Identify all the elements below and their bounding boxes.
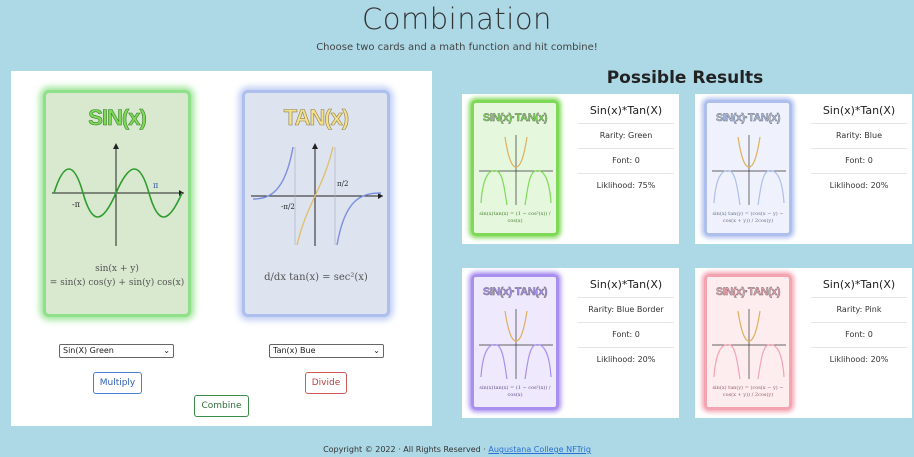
result-font: Font: 0 (578, 148, 674, 173)
result-title: Sin(x)*Tan(X) (822, 278, 896, 291)
sin-tick-right: π (153, 181, 158, 190)
result-card-image: SIN(x)·TAN(x) sin(x) tan(y) = (cos(x − y… (704, 100, 792, 236)
divide-button[interactable]: Divide (305, 372, 347, 394)
tan-graph: -π/2 π/2 (251, 143, 383, 246)
result-title: Sin(x)*Tan(X) (822, 104, 896, 117)
chevron-down-icon: ⌄ (163, 346, 170, 355)
result-card-image: SIN(x)·TAN(x) sin(x)tan(x) = (1 − cos²(x… (471, 100, 559, 236)
result-card-image: SIN(x)·TAN(x) sin(x)tan(x) = (1 − cos²(x… (471, 274, 559, 410)
result-card: SIN(x)·TAN(x) sin(x)tan(x) = (1 − cos²(x… (462, 268, 679, 418)
card-selection-panel: SIN(x) -π π sin(x + y) = sin(x) cos(y) +… (11, 71, 432, 426)
result-font: Font: 0 (811, 148, 907, 173)
result-font: Font: 0 (811, 322, 907, 347)
results-heading: Possible Results (606, 68, 764, 88)
sin-card-title: SIN(x) (88, 105, 147, 131)
result-card-image-title: SIN(x)·TAN(x) (715, 112, 781, 124)
right-card-select-value: Tan(x) Bue (273, 346, 316, 355)
sin-formula-line2: = sin(x) cos(y) + sin(y) cos(x) (49, 278, 185, 288)
tan-card-title: TAN(x) (283, 105, 349, 131)
page-subtitle: Choose two cards and a math function and… (316, 42, 598, 53)
result-card: SIN(x)·TAN(x) sin(x) tan(y) = (cos(x − y… (695, 94, 912, 244)
tan-card: TAN(x) -π/2 π/2 d/dx tan(x) = sec²(x) (242, 90, 390, 317)
result-info: Sin(x)*Tan(X) Rarity: Blue Font: 0 Likli… (811, 104, 907, 198)
result-rarity: Rarity: Green (578, 123, 674, 148)
sin-tick-left: -π (72, 200, 80, 209)
result-card: SIN(x)·TAN(x) sin(x)tan(x) = (1 − cos²(x… (462, 94, 679, 244)
page-title: Combination (362, 2, 552, 36)
result-card-image-title: SIN(x)·TAN(x) (482, 112, 548, 124)
result-info: Sin(x)*Tan(X) Rarity: Blue Border Font: … (578, 278, 674, 372)
footer-text: Copyright © 2022 · All Rights Reserved · (323, 445, 489, 454)
result-card-formula: sin(x) tan(y) = (cos(x − y) − cos(x + y)… (712, 211, 784, 224)
result-graph (712, 135, 786, 206)
tan-formula: d/dx tan(x) = sec²(x) (264, 272, 368, 283)
result-card-image: SIN(x)·TAN(x) sin(x) tan(y) = (cos(x − y… (704, 274, 792, 410)
footer: Copyright © 2022 · All Rights Reserved ·… (0, 445, 914, 454)
sin-card: SIN(x) -π π sin(x + y) = sin(x) cos(y) +… (43, 90, 191, 317)
result-card-image-title: SIN(x)·TAN(x) (715, 286, 781, 298)
result-graph (479, 135, 553, 206)
result-card: SIN(x)·TAN(x) sin(x) tan(y) = (cos(x − y… (695, 268, 912, 418)
right-card-select[interactable]: Tan(x) Bue ⌄ (269, 344, 384, 358)
tan-tick-right: π/2 (337, 180, 348, 188)
result-info: Sin(x)*Tan(X) Rarity: Green Font: 0 Likl… (578, 104, 674, 198)
result-card-formula: sin(x)tan(x) = (1 − cos²(x)) / cos(x) (479, 385, 551, 398)
multiply-button[interactable]: Multiply (93, 372, 142, 394)
result-title: Sin(x)*Tan(X) (589, 278, 663, 291)
left-card-select-value: Sin(X) Green (63, 346, 114, 355)
left-card-select[interactable]: Sin(X) Green ⌄ (59, 344, 174, 358)
result-graph (712, 309, 786, 380)
result-info: Sin(x)*Tan(X) Rarity: Pink Font: 0 Likli… (811, 278, 907, 372)
result-title: Sin(x)*Tan(X) (589, 104, 663, 117)
result-card-formula: sin(x)tan(x) = (1 − cos²(x)) / cos(x) (479, 211, 551, 224)
result-rarity: Rarity: Pink (811, 297, 907, 322)
result-rarity: Rarity: Blue (811, 123, 907, 148)
result-likelihood: Liklihood: 75% (578, 173, 674, 198)
sin-graph: -π π (52, 143, 184, 246)
result-likelihood: Liklihood: 20% (811, 347, 907, 372)
result-card-image-title: SIN(x)·TAN(x) (482, 286, 548, 298)
result-likelihood: Liklihood: 20% (811, 173, 907, 198)
result-font: Font: 0 (578, 322, 674, 347)
footer-link[interactable]: Augustana College NFTrig (488, 445, 591, 454)
result-card-formula: sin(x) tan(y) = (cos(x − y) − cos(x + y)… (712, 385, 784, 398)
result-likelihood: Liklihood: 20% (578, 347, 674, 372)
chevron-down-icon: ⌄ (373, 346, 380, 355)
combine-button[interactable]: Combine (194, 395, 249, 417)
result-rarity: Rarity: Blue Border (578, 297, 674, 322)
tan-tick-left: -π/2 (281, 203, 295, 211)
sin-formula-line1: sin(x + y) (95, 264, 139, 274)
result-graph (479, 309, 553, 380)
